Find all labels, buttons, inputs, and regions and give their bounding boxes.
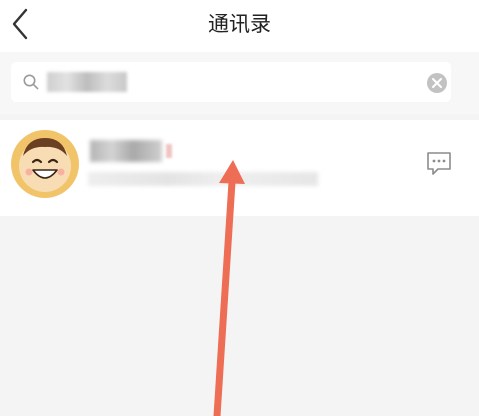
page-title: 通讯录 bbox=[208, 12, 271, 36]
message-button[interactable] bbox=[424, 148, 454, 178]
contact-tag bbox=[166, 144, 172, 158]
search-area bbox=[0, 52, 479, 114]
contact-list-item[interactable] bbox=[0, 120, 479, 216]
nav-bar: 通讯录 bbox=[0, 0, 479, 52]
search-input-value[interactable] bbox=[47, 72, 127, 92]
clear-search-button[interactable] bbox=[426, 72, 448, 94]
smiley-avatar-icon bbox=[11, 130, 79, 198]
contact-description bbox=[88, 172, 318, 186]
search-icon bbox=[23, 74, 39, 90]
clear-icon bbox=[427, 73, 447, 93]
contact-name bbox=[90, 140, 162, 162]
search-input[interactable] bbox=[11, 62, 451, 102]
message-bubble-icon bbox=[427, 152, 451, 175]
